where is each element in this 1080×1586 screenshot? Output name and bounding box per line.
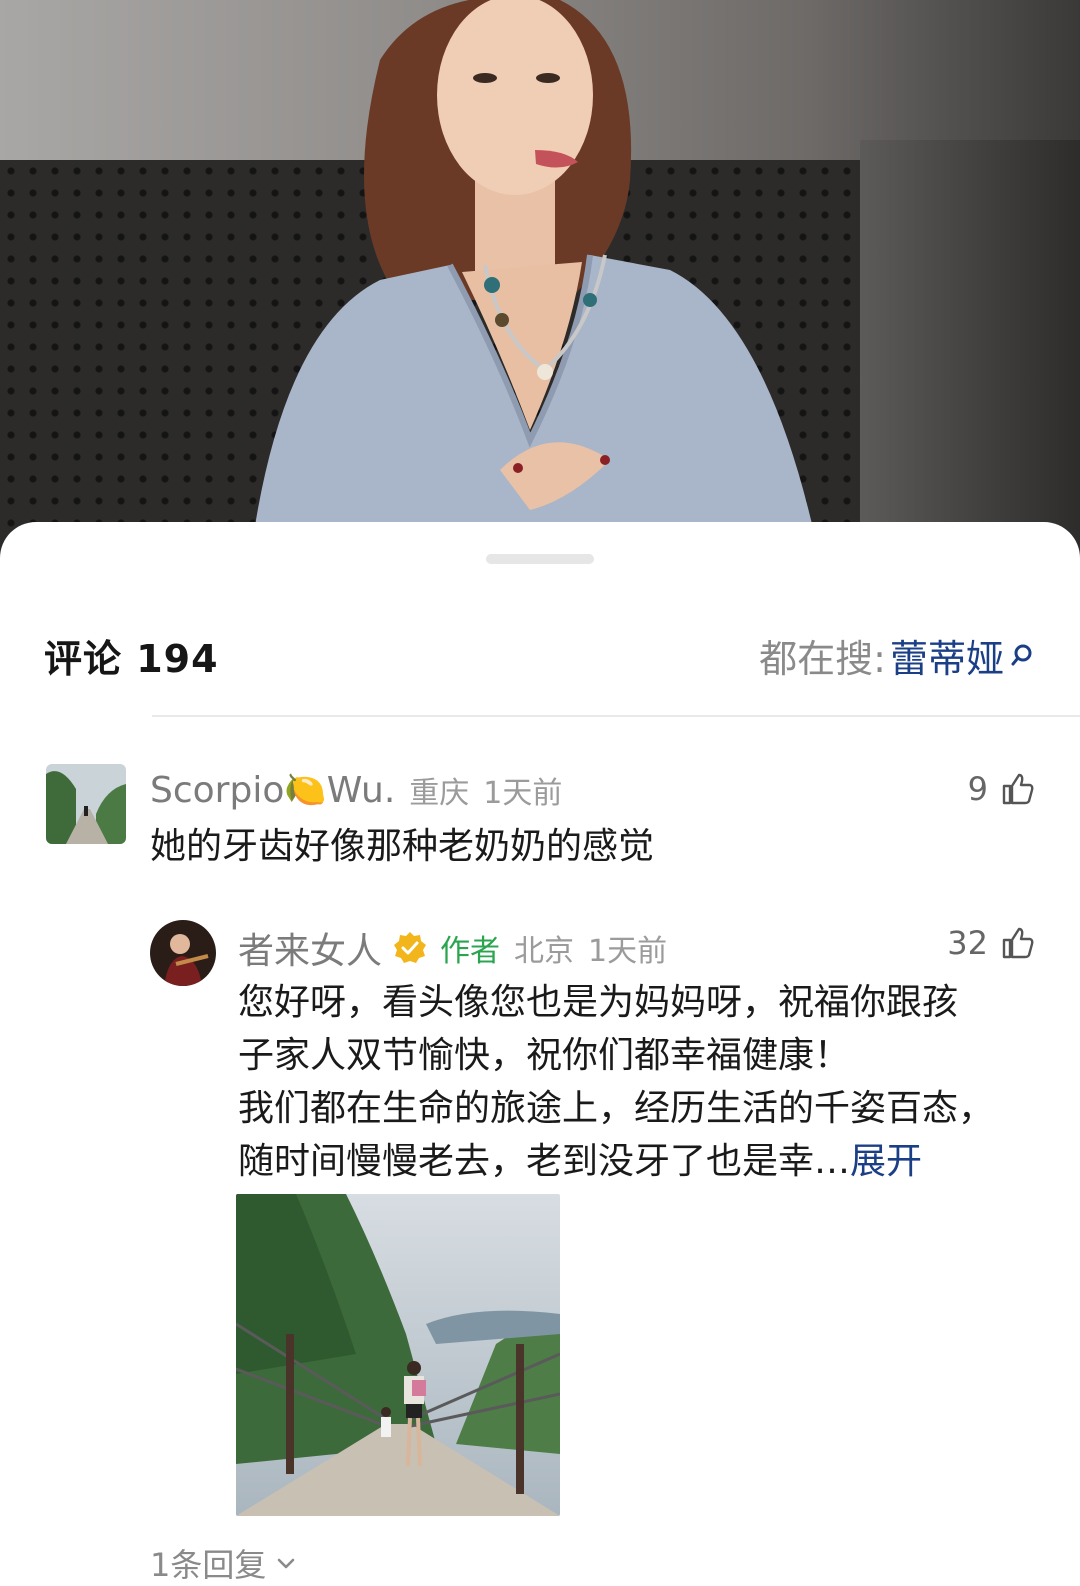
trending-search-keyword[interactable]: 蕾蒂娅 <box>890 628 1004 683</box>
replies-count: 1条回复 <box>150 1546 267 1584</box>
thumbs-up-icon <box>1002 773 1034 805</box>
trending-search[interactable]: 都在搜: 蕾蒂娅 <box>759 628 1034 683</box>
reply-username[interactable]: 者来女人 <box>238 922 382 974</box>
reply-text: 您好呀，看头像您也是为妈妈呀，祝福你跟孩 子家人双节愉快，祝你们都幸福健康！ 我… <box>238 976 1058 1188</box>
comment-meta: Scorpio 🍋 Wu. 重庆 1天前 <box>150 768 562 812</box>
username[interactable]: Scorpio <box>150 770 284 811</box>
expand-link[interactable]: 展开 <box>850 1141 922 1182</box>
like-count: 9 <box>967 770 988 808</box>
avatar[interactable] <box>150 920 216 986</box>
reply-photo[interactable] <box>236 1194 560 1516</box>
username-suffix[interactable]: Wu. <box>327 770 396 811</box>
reply-text-line-last: 随时间慢慢老去，老到没牙了也是幸…展开 <box>238 1135 1058 1188</box>
reply-text-line: 随时间慢慢老去，老到没牙了也是幸… <box>238 1141 851 1182</box>
verified-badge-icon <box>394 932 427 963</box>
reply-text-line: 我们都在生命的旅途上，经历生活的千姿百态， <box>238 1088 995 1129</box>
reply-text-line: 您好呀，看头像您也是为妈妈呀，祝福你跟孩 <box>238 982 959 1023</box>
reply-meta: 者来女人 作者 北京 1天前 <box>238 922 667 974</box>
side-wall <box>860 140 1080 560</box>
comment-location: 重庆 <box>409 776 470 811</box>
comment-count-title: 评论 194 <box>44 637 219 681</box>
header-divider <box>152 715 1080 717</box>
comments-header: 评论 194 都在搜: 蕾蒂娅 <box>0 618 1080 698</box>
comment-text: 她的牙齿好像那种老奶奶的感觉 <box>150 826 655 867</box>
comment-time: 1天前 <box>483 776 563 811</box>
username-emoji: 🍋 <box>284 770 327 810</box>
like-button[interactable]: 9 <box>968 770 1036 808</box>
like-button[interactable]: 32 <box>947 924 1036 962</box>
reply-text-line: 子家人双节愉快，祝你们都幸福健康！ <box>238 1035 851 1076</box>
person-illustration <box>250 0 820 560</box>
search-icon <box>1011 644 1032 665</box>
view-replies-link[interactable]: 1条回复 <box>150 1540 298 1586</box>
video-frame[interactable] <box>0 0 1080 560</box>
chevron-down-icon <box>278 1558 295 1569</box>
thumbs-up-icon <box>1002 927 1034 959</box>
reply-location: 北京 <box>514 934 575 969</box>
avatar[interactable] <box>46 764 126 844</box>
author-badge: 作者 <box>440 934 501 969</box>
trending-search-prefix: 都在搜: <box>759 637 886 681</box>
like-count: 32 <box>947 924 988 962</box>
reply-time: 1天前 <box>588 934 668 969</box>
sheet-drag-handle[interactable] <box>486 554 594 564</box>
